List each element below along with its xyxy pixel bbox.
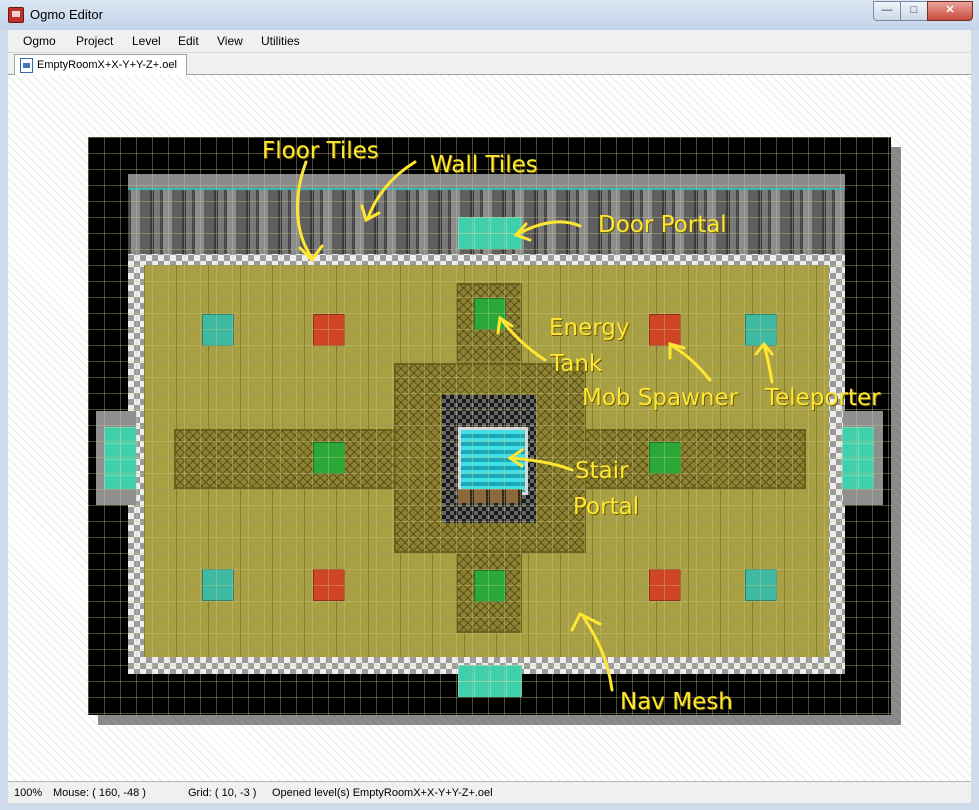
annotation-door-portal: Door Portal [598, 212, 727, 238]
annotation-energy: Energy [549, 315, 630, 341]
annotation-wall-tiles: Wall Tiles [430, 152, 538, 178]
annotation-floor-tiles: Floor Tiles [262, 138, 379, 164]
wall-tiles-arrow [366, 160, 417, 220]
status-grid: Grid: ( 10, -3 ) [188, 787, 257, 799]
status-zoom: 100% [14, 787, 43, 799]
energy-tank-arrow [500, 318, 547, 362]
status-mouse: Mouse: ( 160, -48 ) [53, 787, 146, 799]
status-message: Opened level(s) EmptyRoomX+X-Y+Y-Z+.oel [272, 787, 493, 799]
floor-tiles-arrow [296, 160, 314, 260]
status-bar: 100% Mouse: ( 160, -48 ) Grid: ( 10, -3 … [8, 781, 971, 803]
annotation-tank: Tank [550, 351, 603, 377]
mob-spawner-arrow [670, 344, 712, 382]
annotation-mob-spawner: Mob Spawner [582, 385, 739, 411]
annotation-portal: Portal [573, 494, 640, 520]
annotation-teleporter: Teleporter [765, 385, 881, 411]
annotation-nav-mesh: Nav Mesh [620, 689, 733, 715]
nav-mesh-arrow [582, 616, 614, 692]
annotation-stair: Stair [575, 458, 629, 484]
